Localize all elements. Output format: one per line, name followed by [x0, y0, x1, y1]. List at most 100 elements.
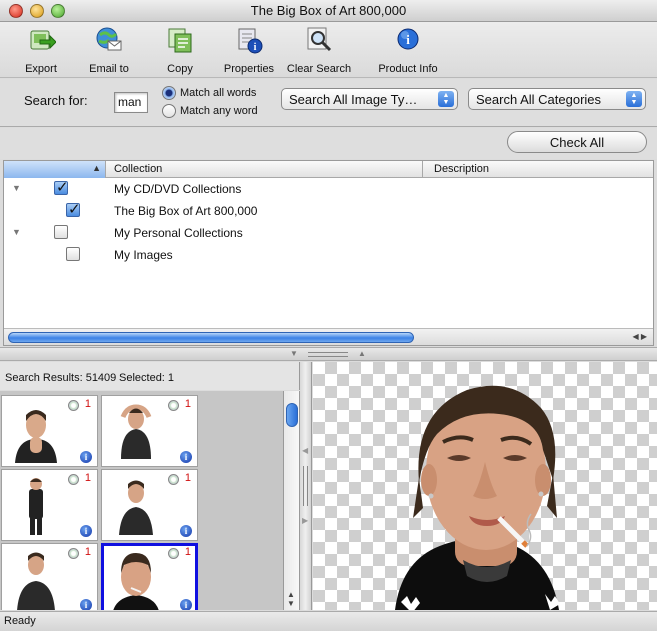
collapse-left-icon[interactable]: ◀: [302, 446, 308, 455]
thumbnail-image[interactable]: [5, 473, 67, 537]
info-icon[interactable]: i: [180, 451, 192, 463]
match-any-option[interactable]: Match any word: [162, 104, 258, 118]
thumbnail-image[interactable]: [105, 473, 167, 537]
column-divider[interactable]: [422, 161, 423, 178]
man-thumbnail-icon: [29, 478, 43, 535]
man-thumbnail-icon: [113, 553, 159, 610]
collections-header: ▲ Collection Description: [4, 161, 653, 178]
collection-column-header[interactable]: Collection: [114, 163, 162, 175]
man-thumbnail-icon: [120, 404, 152, 459]
preview-portrait-image: [395, 385, 560, 610]
clear-search-button[interactable]: Clear Search: [285, 25, 353, 75]
results-count: Search Results: 51409: [5, 372, 117, 384]
svg-text:i: i: [406, 32, 410, 47]
disc-icon: [168, 474, 179, 485]
splitter-grip[interactable]: [303, 466, 308, 506]
clear-search-label: Clear Search: [286, 63, 352, 75]
status-bar: Ready: [0, 611, 657, 631]
collapse-up-icon[interactable]: ▲: [358, 349, 366, 358]
pane-splitter[interactable]: ▼ ▲: [0, 347, 657, 361]
collection-checkbox[interactable]: [54, 225, 68, 239]
collection-checkbox[interactable]: [66, 247, 80, 261]
copy-icon: [168, 28, 192, 53]
man-thumbnail-icon: [15, 410, 57, 463]
collection-label: The Big Box of Art 800,000: [114, 204, 258, 218]
svg-text:i: i: [254, 42, 257, 53]
match-all-option[interactable]: Match all words: [162, 86, 256, 100]
collection-checkbox[interactable]: ✓: [54, 179, 69, 196]
sort-ascending-icon: ▲: [92, 163, 101, 173]
email-globe-icon: [96, 27, 122, 51]
thumbnail-count: 1: [84, 398, 91, 410]
checkmark-icon: ✓: [68, 201, 81, 218]
image-type-popup[interactable]: Search All Image Ty… ▲ ▼: [281, 88, 458, 110]
disc-icon: [68, 474, 79, 485]
thumbnail-scrollbar[interactable]: ▲ ▼: [284, 391, 300, 610]
thumbnail-cell[interactable]: 1 i: [1, 469, 98, 541]
man-thumbnail-icon: [119, 480, 153, 535]
search-input[interactable]: man: [114, 92, 148, 113]
collections-list: ▲ Collection Description ▼ ✓ My CD/DVD C…: [3, 160, 654, 346]
scroll-arrows-icon[interactable]: ◀ ▶: [632, 332, 647, 341]
description-column-header[interactable]: Description: [434, 163, 489, 175]
horizontal-scrollbar[interactable]: ◀ ▶: [4, 328, 653, 345]
product-info-button[interactable]: i Product Info: [372, 25, 444, 75]
thumbnail-image[interactable]: [105, 399, 167, 463]
sort-column-header[interactable]: ▲: [4, 161, 106, 178]
export-icon: [30, 30, 56, 50]
disclosure-triangle-icon[interactable]: ▼: [12, 227, 21, 237]
collection-label: My Images: [114, 248, 173, 262]
copy-label: Copy: [167, 63, 193, 75]
thumbnail-cell-selected[interactable]: 1 i: [101, 543, 198, 610]
checkmark-icon: ✓: [56, 179, 69, 196]
toolbar: Export Email to Copy i Properties Clear …: [0, 22, 657, 78]
info-icon[interactable]: i: [80, 451, 92, 463]
splitter-grip[interactable]: [308, 352, 348, 357]
scrollbar-thumb[interactable]: [286, 403, 298, 427]
info-icon[interactable]: i: [180, 525, 192, 537]
thumbnail-image[interactable]: [5, 547, 67, 610]
collection-row[interactable]: ▼ ✓ My CD/DVD Collections: [4, 178, 653, 200]
collection-checkbox[interactable]: ✓: [66, 201, 81, 218]
category-popup[interactable]: Search All Categories ▲ ▼: [468, 88, 646, 110]
title-bar: The Big Box of Art 800,000: [0, 0, 657, 22]
check-all-bar: Check All: [0, 128, 657, 159]
collection-label: My CD/DVD Collections: [114, 182, 242, 196]
thumbnail-image[interactable]: [105, 547, 167, 610]
image-preview: [313, 362, 657, 610]
product-info-label: Product Info: [378, 63, 438, 75]
properties-button[interactable]: i Properties: [221, 25, 277, 75]
collection-row[interactable]: ▼ My Personal Collections: [4, 222, 653, 244]
info-icon[interactable]: i: [180, 599, 192, 610]
magnifier-icon: [307, 27, 332, 52]
export-button[interactable]: Export: [22, 25, 60, 75]
copy-button[interactable]: Copy: [163, 25, 197, 75]
match-any-label: Match any word: [180, 105, 258, 117]
collection-row[interactable]: My Images: [4, 244, 653, 266]
thumbnail-cell[interactable]: 1 i: [1, 543, 98, 610]
disclosure-triangle-icon[interactable]: ▼: [12, 183, 21, 193]
match-all-radio[interactable]: [162, 86, 176, 100]
match-any-radio[interactable]: [162, 104, 176, 118]
check-all-button[interactable]: Check All: [507, 131, 647, 153]
collection-row[interactable]: ✓ The Big Box of Art 800,000: [4, 200, 653, 222]
scrollbar-thumb[interactable]: [8, 332, 414, 343]
search-bar: Search for: man Match all words Match an…: [0, 79, 657, 127]
thumbnail-cell[interactable]: 1 i: [101, 395, 198, 467]
collapse-right-icon[interactable]: ▶: [302, 516, 308, 525]
info-icon[interactable]: i: [80, 525, 92, 537]
info-icon[interactable]: i: [80, 599, 92, 610]
thumbnail-count: 1: [84, 546, 91, 558]
thumbnail-count: 1: [184, 546, 191, 558]
scroll-arrows-icon[interactable]: ▲ ▼: [287, 590, 295, 608]
disc-icon: [168, 548, 179, 559]
email-to-button[interactable]: Email to: [85, 25, 133, 75]
thumbnail-count: 1: [84, 472, 91, 484]
vertical-splitter[interactable]: ◀ ▶: [300, 362, 312, 610]
thumbnail-cell[interactable]: 1 i: [101, 469, 198, 541]
thumbnail-cell[interactable]: 1 i: [1, 395, 98, 467]
thumbnail-image[interactable]: [5, 399, 67, 463]
disc-icon: [68, 400, 79, 411]
disc-icon: [168, 400, 179, 411]
collapse-down-icon[interactable]: ▼: [290, 349, 298, 358]
